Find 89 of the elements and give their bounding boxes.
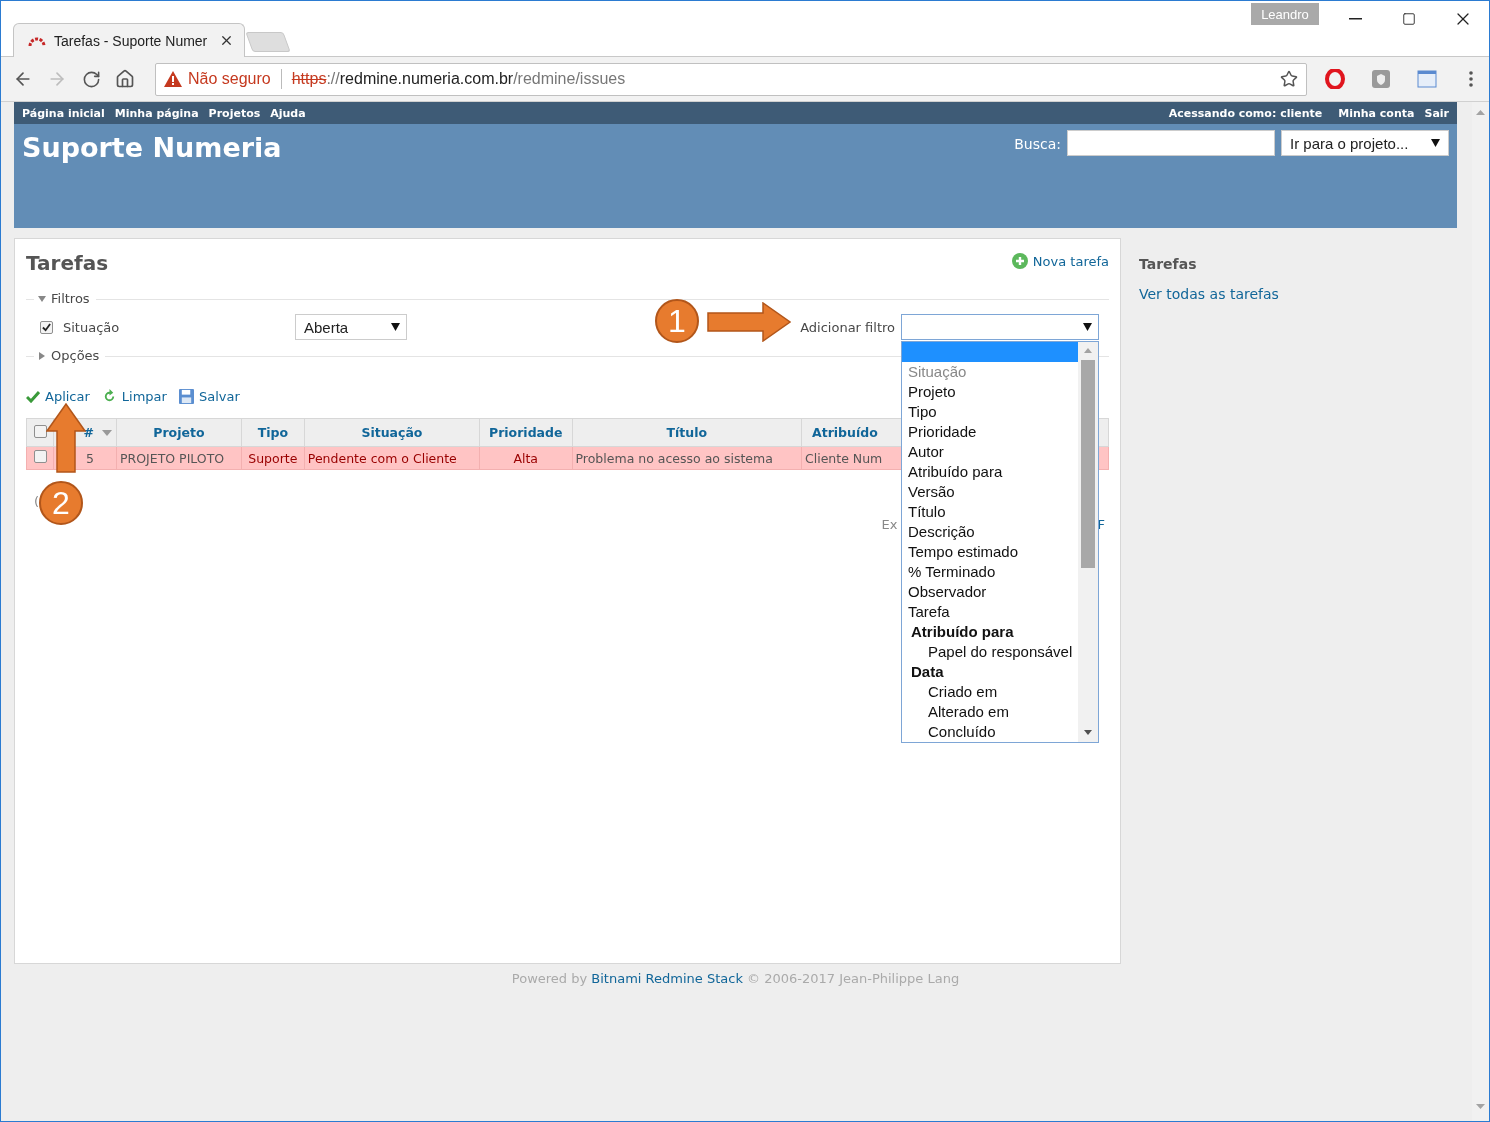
top-menu-link[interactable]: Sair bbox=[1424, 106, 1449, 120]
count-text: ( bbox=[34, 494, 40, 509]
address-bar[interactable]: Não seguro https://redmine.numeria.com.br/redmine/issues bbox=[155, 62, 1307, 96]
search-label: Busca: bbox=[1014, 136, 1061, 152]
search-field[interactable] bbox=[1067, 130, 1275, 156]
home-icon bbox=[115, 69, 135, 89]
tab-title: Tarefas - Suporte Numer bbox=[54, 32, 209, 49]
action-link[interactable]: Limpar bbox=[101, 389, 167, 404]
step-number-badge: 2 bbox=[39, 481, 83, 525]
top-menu-link[interactable]: Minha página bbox=[114, 106, 199, 120]
arrow-icon bbox=[707, 302, 791, 342]
sidebar-link[interactable]: Ver todas as tarefas bbox=[1139, 286, 1279, 302]
top-menu-link[interactable]: Minha conta bbox=[1338, 106, 1415, 120]
top-menu-link[interactable]: Ajuda bbox=[270, 106, 306, 120]
security-label: Não seguro bbox=[188, 70, 271, 88]
footer-text: Powered by Bitnami Redmine Stack © 2006-2017 Jean-Philippe Lang bbox=[511, 971, 960, 986]
table-cell: Suporte bbox=[248, 450, 298, 466]
options-toggle[interactable]: Opções bbox=[34, 348, 106, 363]
add-filter-label: Adicionar filtro bbox=[800, 319, 895, 335]
dropdown-option[interactable]: Projeto bbox=[902, 382, 1078, 402]
warning-icon bbox=[164, 71, 182, 87]
dropdown-option[interactable]: Alterado em bbox=[902, 702, 1078, 722]
caret-icon bbox=[391, 323, 400, 331]
action-link[interactable]: Salvar bbox=[178, 389, 240, 404]
dropdown-group-label: Atribuído para bbox=[910, 622, 1015, 642]
add-filter-select[interactable] bbox=[901, 314, 1099, 340]
minimize-icon bbox=[1348, 18, 1362, 20]
column-header[interactable]: # bbox=[83, 425, 94, 440]
browser-tab[interactable]: Tarefas - Suporte Numer bbox=[13, 23, 245, 57]
logged-in-as-text: Acessando como: cliente bbox=[1168, 106, 1323, 120]
maximize-icon bbox=[1402, 12, 1416, 26]
dropdown-option[interactable]: Papel do responsável bbox=[902, 642, 1078, 662]
menu-icon bbox=[1469, 71, 1473, 87]
user-link[interactable]: cliente bbox=[1280, 106, 1323, 120]
filter-label: Situação bbox=[63, 319, 121, 335]
dropdown-option[interactable]: Criado em bbox=[902, 682, 1078, 702]
dropdown-option[interactable]: Concluído bbox=[902, 722, 1078, 742]
table-cell: 5 bbox=[86, 450, 94, 466]
dropdown-option[interactable]: Descrição bbox=[902, 522, 1078, 542]
footer-link[interactable]: Bitnami Redmine Stack bbox=[591, 971, 743, 986]
column-header[interactable]: Título bbox=[666, 425, 708, 440]
dropdown-option[interactable]: % Terminado bbox=[902, 562, 1078, 582]
action-link[interactable]: Aplicar bbox=[26, 389, 90, 404]
dropdown-option[interactable]: Atribuído para bbox=[902, 462, 1078, 482]
project-jump-select[interactable]: Ir para o projeto... bbox=[1281, 130, 1449, 156]
operator-select[interactable]: Aberta bbox=[295, 314, 407, 340]
check-icon bbox=[26, 390, 40, 403]
new-issue-link[interactable]: Nova tarefa bbox=[1011, 253, 1109, 269]
export-link[interactable]: F bbox=[1097, 517, 1105, 532]
table-cell: Pendente com o Cliente bbox=[307, 450, 457, 466]
column-header[interactable]: Atribuído bbox=[812, 425, 878, 440]
dropdown-option[interactable]: Observador bbox=[902, 582, 1078, 602]
arrow-icon bbox=[46, 403, 86, 473]
scrollbar[interactable] bbox=[1078, 342, 1098, 742]
export-label: Ex bbox=[881, 517, 898, 532]
window-icon[interactable] bbox=[1417, 70, 1437, 88]
row-checkbox[interactable] bbox=[33, 450, 47, 463]
select-all-checkbox[interactable] bbox=[33, 424, 47, 438]
page-title: Tarefas bbox=[26, 250, 109, 275]
top-menu-link[interactable]: Projetos bbox=[208, 106, 261, 120]
sort-icon bbox=[102, 429, 112, 436]
column-header[interactable]: Situação bbox=[361, 425, 423, 440]
dropdown-group-label: Data bbox=[910, 662, 945, 682]
table-cell: Problema no acesso ao sistema bbox=[575, 450, 773, 466]
star-icon[interactable] bbox=[1280, 70, 1298, 88]
dropdown-option[interactable]: Tarefa bbox=[902, 602, 1078, 622]
step-number-badge: 1 bbox=[655, 299, 699, 343]
table-cell: Alta bbox=[513, 450, 539, 466]
dropdown-option[interactable]: Autor bbox=[902, 442, 1078, 462]
opera-icon[interactable] bbox=[1325, 69, 1345, 89]
dropdown-option[interactable]: Título bbox=[902, 502, 1078, 522]
sidebar-title: Tarefas bbox=[1139, 256, 1198, 272]
dropdown-option[interactable]: Tempo estimado bbox=[902, 542, 1078, 562]
filter-checkbox[interactable] bbox=[40, 320, 53, 334]
dropdown-option[interactable]: Prioridade bbox=[902, 422, 1078, 442]
url-text: https://redmine.numeria.com.br/redmine/issues bbox=[291, 70, 627, 88]
dropdown-option[interactable]: Versão bbox=[902, 482, 1078, 502]
caret-icon bbox=[1431, 139, 1440, 147]
extension-icon[interactable] bbox=[1371, 69, 1391, 89]
dropdown-option[interactable]: Tipo bbox=[902, 402, 1078, 422]
close-icon[interactable] bbox=[219, 33, 234, 48]
table-cell: Cliente Num bbox=[805, 450, 883, 466]
top-menu-link[interactable]: Página inicial bbox=[22, 106, 105, 120]
add-icon bbox=[1011, 253, 1028, 269]
reload-icon bbox=[81, 69, 101, 89]
table-cell: PROJETO PILOTO bbox=[120, 450, 225, 466]
site-title: Suporte Numeria bbox=[22, 132, 283, 163]
filters-toggle[interactable]: Filtros bbox=[34, 291, 96, 306]
caret-icon bbox=[1083, 323, 1092, 331]
